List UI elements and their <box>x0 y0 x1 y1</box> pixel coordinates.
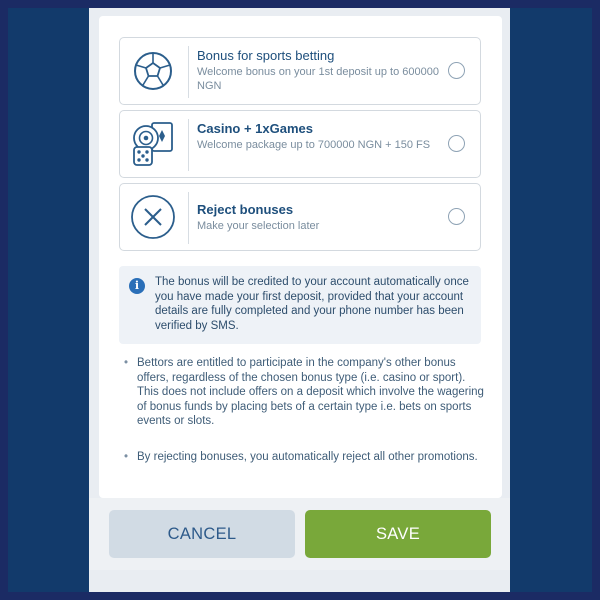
soccer-ball-icon <box>128 46 178 96</box>
option-title: Casino + 1xGames <box>197 121 313 136</box>
bonus-card: Bonus for sports betting Welcome bonus o… <box>99 16 502 498</box>
option-description: Welcome bonus on your 1st deposit up to … <box>197 66 439 92</box>
terms-text: By rejecting bonuses, you automatically … <box>137 450 478 463</box>
option-divider <box>188 119 189 171</box>
option-divider <box>188 192 189 244</box>
option-description: Make your selection later <box>197 220 320 232</box>
terms-list-item: • Bettors are entitled to participate in… <box>119 356 484 429</box>
terms-text: Bettors are entitled to participate in t… <box>137 357 484 427</box>
save-button[interactable]: SAVE <box>305 510 491 558</box>
option-title: Bonus for sports betting <box>197 48 335 63</box>
info-icon: i <box>129 278 145 294</box>
info-box: i The bonus will be credited to your acc… <box>119 266 481 344</box>
bullet-dot: • <box>124 357 129 369</box>
option-text: Casino + 1xGames Welcome package up to 7… <box>197 121 447 152</box>
option-reject-bonuses[interactable]: Reject bonuses Make your selection later <box>119 183 481 251</box>
cancel-button[interactable]: CANCEL <box>109 510 295 558</box>
option-text: Bonus for sports betting Welcome bonus o… <box>197 48 447 93</box>
radio-casino-bonus[interactable] <box>448 135 465 152</box>
terms-list: • Bettors are entitled to participate in… <box>119 356 484 464</box>
option-title: Reject bonuses <box>197 202 294 217</box>
casino-chips-cards-icon <box>128 119 178 169</box>
option-sports-bonus[interactable]: Bonus for sports betting Welcome bonus o… <box>119 37 481 105</box>
radio-reject-bonuses[interactable] <box>448 208 465 225</box>
close-circle-icon <box>128 192 178 242</box>
dialog-footer: CANCEL SAVE <box>89 498 510 570</box>
option-divider <box>188 46 189 98</box>
radio-sports-bonus[interactable] <box>448 62 465 79</box>
bullet-dot: • <box>124 450 129 463</box>
option-description: Welcome package up to 700000 NGN + 150 F… <box>197 139 431 151</box>
info-text: The bonus will be credited to your accou… <box>155 276 469 332</box>
terms-list-item: • By rejecting bonuses, you automaticall… <box>119 450 484 465</box>
option-casino-bonus[interactable]: Casino + 1xGames Welcome package up to 7… <box>119 110 481 178</box>
option-text: Reject bonuses Make your selection later <box>197 202 447 233</box>
